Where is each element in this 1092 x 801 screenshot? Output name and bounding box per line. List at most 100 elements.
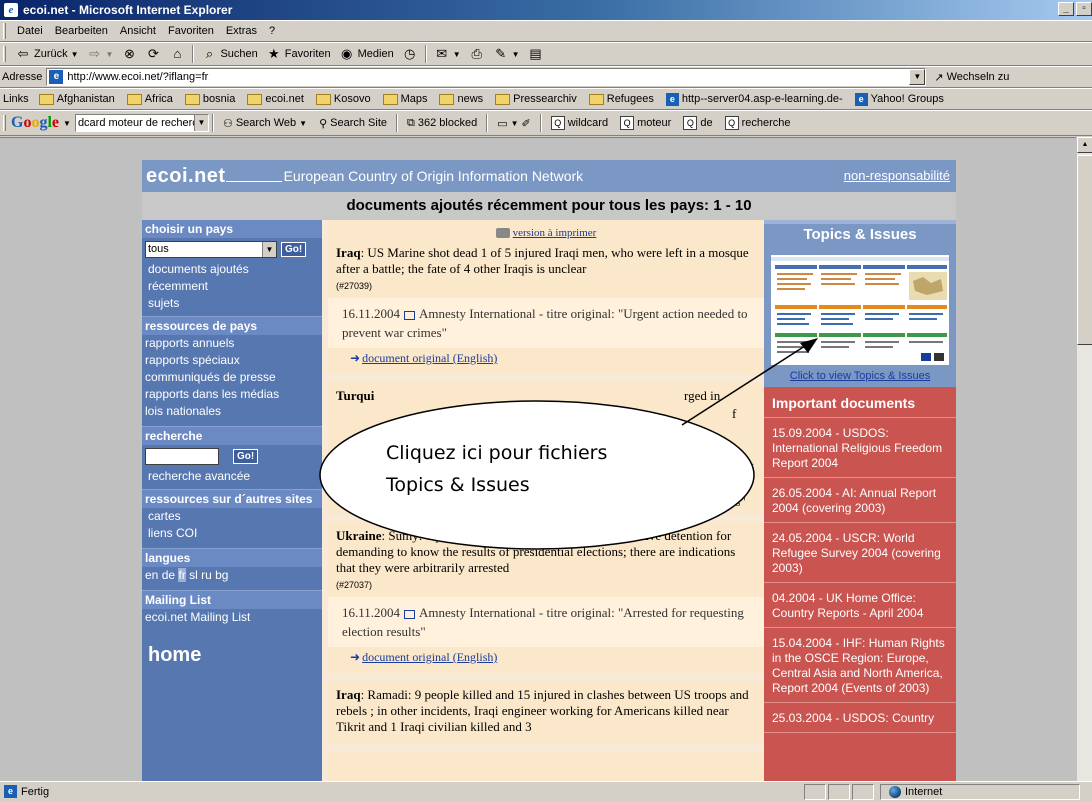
maximize-button[interactable]: ▫ xyxy=(1076,2,1092,16)
country-select-value: tous xyxy=(148,243,169,255)
discuss-button[interactable]: ▤ xyxy=(524,46,548,62)
search-web-button[interactable]: ⚇ Search Web ▼ xyxy=(217,117,313,130)
toolbar-separator xyxy=(211,114,214,132)
link-pressearchiv[interactable]: Pressearchiv xyxy=(489,93,583,105)
toolbar-grip[interactable] xyxy=(3,23,6,39)
lang-fr[interactable]: fr xyxy=(178,568,186,582)
highlight-moteur[interactable]: Qmoteur xyxy=(614,116,677,130)
link-ecoi[interactable]: ecoi.net xyxy=(241,93,310,105)
menu-help[interactable]: ? xyxy=(263,25,281,37)
special-reports-link[interactable]: rapports spéciaux xyxy=(142,352,322,369)
print-button[interactable]: ⎙ xyxy=(465,46,489,62)
search-button[interactable]: ⌕ Suchen xyxy=(197,46,261,62)
toolbar-grip[interactable] xyxy=(3,46,6,62)
media-button[interactable]: ◉ Medien xyxy=(335,46,398,62)
back-button[interactable]: ⇦ Zurück ▼ xyxy=(11,46,83,62)
mail-icon: ✉ xyxy=(436,46,448,61)
history-button[interactable]: ◷ xyxy=(398,46,422,62)
important-doc-link[interactable]: 15.09.2004 - USDOS: International Religi… xyxy=(764,418,956,478)
important-doc-link[interactable]: 26.05.2004 - AI: Annual Report 2004 (cov… xyxy=(764,478,956,523)
important-doc-link[interactable]: 04.2004 - UK Home Office: Country Report… xyxy=(764,583,956,628)
menu-datei[interactable]: Datei xyxy=(11,25,49,37)
media-reports-link[interactable]: rapports dans les médias xyxy=(142,386,322,403)
link-kosovo[interactable]: Kosovo xyxy=(310,93,377,105)
scroll-up-icon[interactable]: ▲ xyxy=(1077,137,1092,153)
disclaimer-link[interactable]: non-responsabilité xyxy=(844,168,950,183)
chevron-down-icon[interactable]: ▼ xyxy=(909,69,926,85)
highlight-recherche[interactable]: Qrecherche xyxy=(719,116,797,130)
search-go-button[interactable]: Go! xyxy=(233,449,259,464)
lang-ru[interactable]: ru xyxy=(201,568,212,582)
entry-fragment: rged in xyxy=(684,388,721,403)
advanced-search-link[interactable]: recherche avancée xyxy=(142,468,322,485)
favorites-button[interactable]: ★ Favoriten xyxy=(262,46,335,62)
link-news[interactable]: news xyxy=(433,93,489,105)
google-logo[interactable]: Google xyxy=(11,114,59,132)
refresh-button[interactable]: ⟳ xyxy=(141,46,165,62)
entry-country: Ukraine xyxy=(336,528,382,543)
chevron-down-icon[interactable]: ▼ xyxy=(63,119,71,128)
go-button[interactable]: ↗ Wechseln zu xyxy=(926,71,1009,84)
lang-en[interactable]: en xyxy=(145,568,158,582)
topics-thumbnail[interactable] xyxy=(770,246,950,366)
original-document-link[interactable]: ➜ document original (English) xyxy=(336,505,497,520)
mail-button[interactable]: ✉ ▼ xyxy=(430,46,465,62)
link-refugees[interactable]: Refugees xyxy=(583,93,660,105)
important-doc-link[interactable]: 25.03.2004 - USDOS: Country xyxy=(764,703,956,733)
link-yahoo-groups[interactable]: e Yahoo! Groups xyxy=(849,92,950,106)
search-site-button[interactable]: ⚲ Search Site xyxy=(313,117,393,130)
home-toolbar-button[interactable]: ⌂ xyxy=(165,46,189,62)
highlight-de[interactable]: Qde xyxy=(677,116,718,130)
find-icon: Q xyxy=(724,116,739,130)
forward-button[interactable]: ⇨ ▼ xyxy=(83,46,118,62)
minimize-button[interactable]: _ xyxy=(1058,2,1074,16)
link-afghanistan[interactable]: Afghanistan xyxy=(33,93,121,105)
toolbar-grip[interactable] xyxy=(3,115,6,131)
important-doc-link[interactable]: 15.04.2004 - IHF: Human Rights in the OS… xyxy=(764,628,956,703)
annual-reports-link[interactable]: rapports annuels xyxy=(142,335,322,352)
mailing-list-link[interactable]: ecoi.net Mailing List xyxy=(142,609,322,626)
menu-bearbeiten[interactable]: Bearbeiten xyxy=(49,25,114,37)
lang-de[interactable]: de xyxy=(162,568,175,582)
maps-link[interactable]: cartes xyxy=(142,508,322,525)
country-select[interactable]: tous ▼ xyxy=(145,241,277,258)
docs-added-link[interactable]: documents ajoutés récemment xyxy=(142,261,322,295)
link-server04[interactable]: e http--server04.asp-e-learning.de- xyxy=(660,92,849,106)
link-maps[interactable]: Maps xyxy=(377,93,434,105)
options-button[interactable]: ▭ ▼ ✐ xyxy=(491,117,537,130)
address-input[interactable]: e http://www.ecoi.net/?iflang=fr ▼ xyxy=(46,68,927,86)
home-link[interactable]: home xyxy=(148,644,322,667)
status-cell xyxy=(852,783,874,800)
original-document-link[interactable]: ➜ document original (English) xyxy=(336,351,758,366)
national-laws-link[interactable]: lois nationales xyxy=(142,403,322,420)
chevron-down-icon[interactable]: ▼ xyxy=(262,242,276,257)
original-document-link[interactable]: ➜ document original (English) xyxy=(336,650,758,665)
vertical-scrollbar[interactable]: ▲ xyxy=(1076,137,1092,781)
edit-button[interactable]: ✎ ▼ xyxy=(489,46,524,62)
print-version-link[interactable]: version à imprimer xyxy=(328,227,764,239)
important-doc-link[interactable]: 24.05.2004 - USCR: World Refugee Survey … xyxy=(764,523,956,583)
chevron-down-icon[interactable]: ▼ xyxy=(193,115,208,131)
entry-headline: Iraq: US Marine shot dead 1 of 5 injured… xyxy=(336,245,758,294)
coi-links-link[interactable]: liens COI xyxy=(142,525,322,542)
scrollbar-thumb[interactable] xyxy=(1077,155,1092,345)
site-logo[interactable]: ecoi.net xyxy=(142,165,226,188)
subjects-link[interactable]: sujets xyxy=(142,295,322,312)
menu-extras[interactable]: Extras xyxy=(220,25,263,37)
link-bosnia[interactable]: bosnia xyxy=(179,93,241,105)
google-search-input[interactable]: dcard moteur de recherche ▼ xyxy=(74,114,209,132)
topics-link[interactable]: Click to view Topics & Issues xyxy=(764,370,956,382)
highlight-wildcard[interactable]: Qwildcard xyxy=(545,116,614,130)
stop-button[interactable]: ⊗ xyxy=(117,46,141,62)
lang-bg[interactable]: bg xyxy=(215,568,228,582)
link-africa[interactable]: Africa xyxy=(121,93,179,105)
press-releases-link[interactable]: communiqués de presse xyxy=(142,369,322,386)
lang-sl[interactable]: sl xyxy=(189,568,198,582)
menu-ansicht[interactable]: Ansicht xyxy=(114,25,162,37)
security-zone: Internet xyxy=(880,783,1080,800)
find-icon: Q xyxy=(683,116,698,130)
menu-favoriten[interactable]: Favoriten xyxy=(162,25,220,37)
popup-blocker-button[interactable]: ⧉ 362 blocked xyxy=(401,117,483,130)
site-search-input[interactable] xyxy=(145,448,219,465)
country-go-button[interactable]: Go! xyxy=(281,242,307,257)
